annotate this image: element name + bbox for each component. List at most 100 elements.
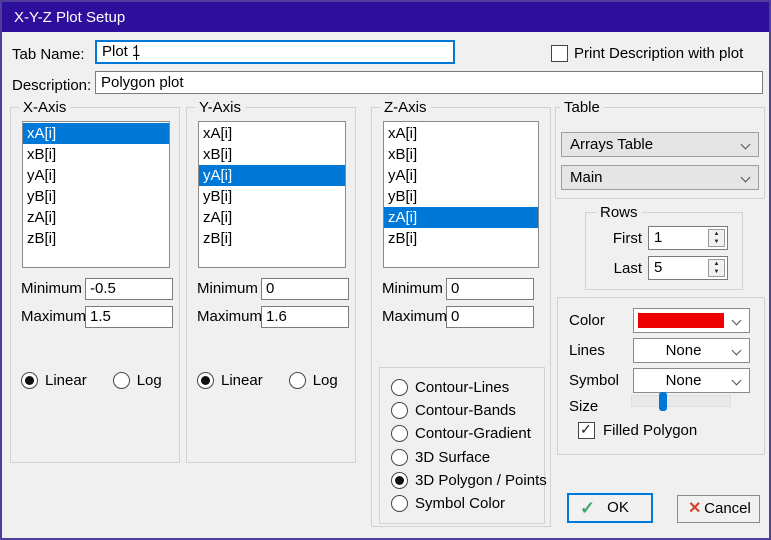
last-row-label: Last [600, 258, 642, 280]
y-linear-radio[interactable] [197, 372, 214, 389]
description-label: Description: [12, 75, 91, 97]
symbol-color-radio[interactable] [391, 495, 408, 512]
symbol-select[interactable]: None [633, 368, 750, 393]
chevron-down-icon [732, 346, 742, 356]
list-item[interactable]: zA[i] [23, 207, 169, 228]
size-slider[interactable] [631, 395, 731, 407]
chevron-down-icon [741, 140, 751, 150]
cancel-button-label: Cancel [704, 500, 751, 517]
contour-gradient-radio[interactable] [391, 425, 408, 442]
tab-name-value: Plot 1 [102, 43, 140, 60]
x-linear-radio[interactable] [21, 372, 38, 389]
z-minimum-label: Minimum [382, 278, 446, 300]
ok-button[interactable]: OK [567, 493, 653, 523]
table-select[interactable]: Arrays Table [561, 132, 759, 157]
lines-select-value: None [634, 339, 733, 362]
y-minimum-label: Minimum [197, 278, 261, 300]
x-log-radio[interactable] [113, 372, 130, 389]
spinner-up-button[interactable] [709, 230, 724, 238]
table-select-value: Arrays Table [570, 136, 653, 153]
y-log-radio[interactable] [289, 372, 306, 389]
spinner-down-button[interactable] [709, 268, 724, 276]
size-slider-thumb[interactable] [659, 392, 667, 411]
list-item[interactable]: xA[i] [199, 123, 345, 144]
y-maximum-input[interactable]: 1.6 [261, 306, 349, 328]
contour-lines-label: Contour-Lines [415, 379, 509, 396]
dialog-body: Tab Name: Plot 1 Print Description with … [2, 32, 769, 538]
y-axis-listbox[interactable]: xA[i] xB[i] yA[i] yB[i] zA[i] zB[i] [198, 121, 346, 268]
list-item[interactable]: yB[i] [384, 186, 538, 207]
list-item[interactable]: zB[i] [23, 228, 169, 249]
list-item[interactable]: yB[i] [199, 186, 345, 207]
title-bar: X-Y-Z Plot Setup [2, 2, 769, 32]
x-axis-group-label: X-Axis [19, 99, 70, 116]
first-row-spinner[interactable]: 1 [648, 226, 728, 250]
list-item[interactable]: xB[i] [384, 144, 538, 165]
color-swatch [638, 313, 724, 328]
rows-group-label: Rows [596, 204, 642, 221]
contour-lines-radio[interactable] [391, 379, 408, 396]
x-maximum-input[interactable]: 1.5 [85, 306, 173, 328]
x-axis-listbox[interactable]: xA[i] xB[i] yA[i] yB[i] zA[i] zB[i] [22, 121, 170, 268]
list-item[interactable]: xB[i] [23, 144, 169, 165]
y-log-label: Log [313, 372, 338, 389]
x-linear-label: Linear [45, 372, 87, 389]
plot-type-frame: Contour-Lines Contour-Bands Contour-Grad… [379, 367, 545, 524]
z-axis-listbox[interactable]: xA[i] xB[i] yA[i] yB[i] zA[i] zB[i] [383, 121, 539, 268]
description-input[interactable]: Polygon plot [95, 71, 763, 94]
table-group: Table Arrays Table Main [555, 107, 765, 199]
x-minimum-input[interactable]: -0.5 [85, 278, 173, 300]
spinner-down-button[interactable] [709, 238, 724, 246]
x-log-label: Log [137, 372, 162, 389]
list-item[interactable]: zA[i] [199, 207, 345, 228]
y-minimum-input[interactable]: 0 [261, 278, 349, 300]
symbol-select-value: None [634, 369, 733, 392]
last-row-value: 5 [654, 257, 662, 279]
list-item[interactable]: yA[i] [199, 165, 345, 186]
check-icon [580, 421, 592, 438]
x-icon [688, 496, 701, 522]
list-item[interactable]: yA[i] [384, 165, 538, 186]
list-item[interactable]: yB[i] [23, 186, 169, 207]
y-axis-group-label: Y-Axis [195, 99, 245, 116]
list-item[interactable]: zA[i] [384, 207, 538, 228]
list-item[interactable]: xA[i] [384, 123, 538, 144]
x-maximum-label: Maximum [21, 306, 85, 328]
surface-3d-radio[interactable] [391, 449, 408, 466]
first-row-value: 1 [654, 227, 662, 249]
rows-group: Rows First 1 Last 5 [585, 212, 743, 290]
symbol-label: Symbol [569, 370, 619, 392]
polygon-points-3d-radio[interactable] [391, 472, 408, 489]
filled-polygon-checkbox[interactable] [578, 422, 595, 439]
lines-select[interactable]: None [633, 338, 750, 363]
xyz-plot-setup-dialog: X-Y-Z Plot Setup Tab Name: Plot 1 Print … [0, 0, 771, 540]
sheet-select[interactable]: Main [561, 165, 759, 190]
window-title: X-Y-Z Plot Setup [14, 9, 125, 26]
tab-name-label: Tab Name: [12, 44, 85, 66]
symbol-color-label: Symbol Color [415, 495, 505, 512]
z-minimum-input[interactable]: 0 [446, 278, 534, 300]
checkmark-icon [580, 495, 595, 521]
y-axis-group: Y-Axis xA[i] xB[i] yA[i] yB[i] zA[i] zB[… [186, 107, 356, 463]
z-axis-group-label: Z-Axis [380, 99, 431, 116]
tab-name-input[interactable]: Plot 1 [95, 40, 455, 64]
y-maximum-label: Maximum [197, 306, 261, 328]
chevron-down-icon [732, 316, 742, 326]
last-row-spinner[interactable]: 5 [648, 256, 728, 280]
list-item[interactable]: yA[i] [23, 165, 169, 186]
y-linear-label: Linear [221, 372, 263, 389]
contour-bands-radio[interactable] [391, 402, 408, 419]
cancel-button[interactable]: Cancel [677, 495, 760, 523]
z-maximum-label: Maximum [382, 306, 446, 328]
list-item[interactable]: zB[i] [384, 228, 538, 249]
list-item[interactable]: xB[i] [199, 144, 345, 165]
print-description-checkbox[interactable] [551, 45, 568, 62]
first-row-label: First [600, 228, 642, 250]
color-label: Color [569, 310, 605, 332]
color-select[interactable] [633, 308, 750, 333]
z-maximum-input[interactable]: 0 [446, 306, 534, 328]
list-item[interactable]: zB[i] [199, 228, 345, 249]
spinner-up-button[interactable] [709, 260, 724, 268]
list-item[interactable]: xA[i] [23, 123, 169, 144]
spinner-buttons [708, 229, 725, 247]
